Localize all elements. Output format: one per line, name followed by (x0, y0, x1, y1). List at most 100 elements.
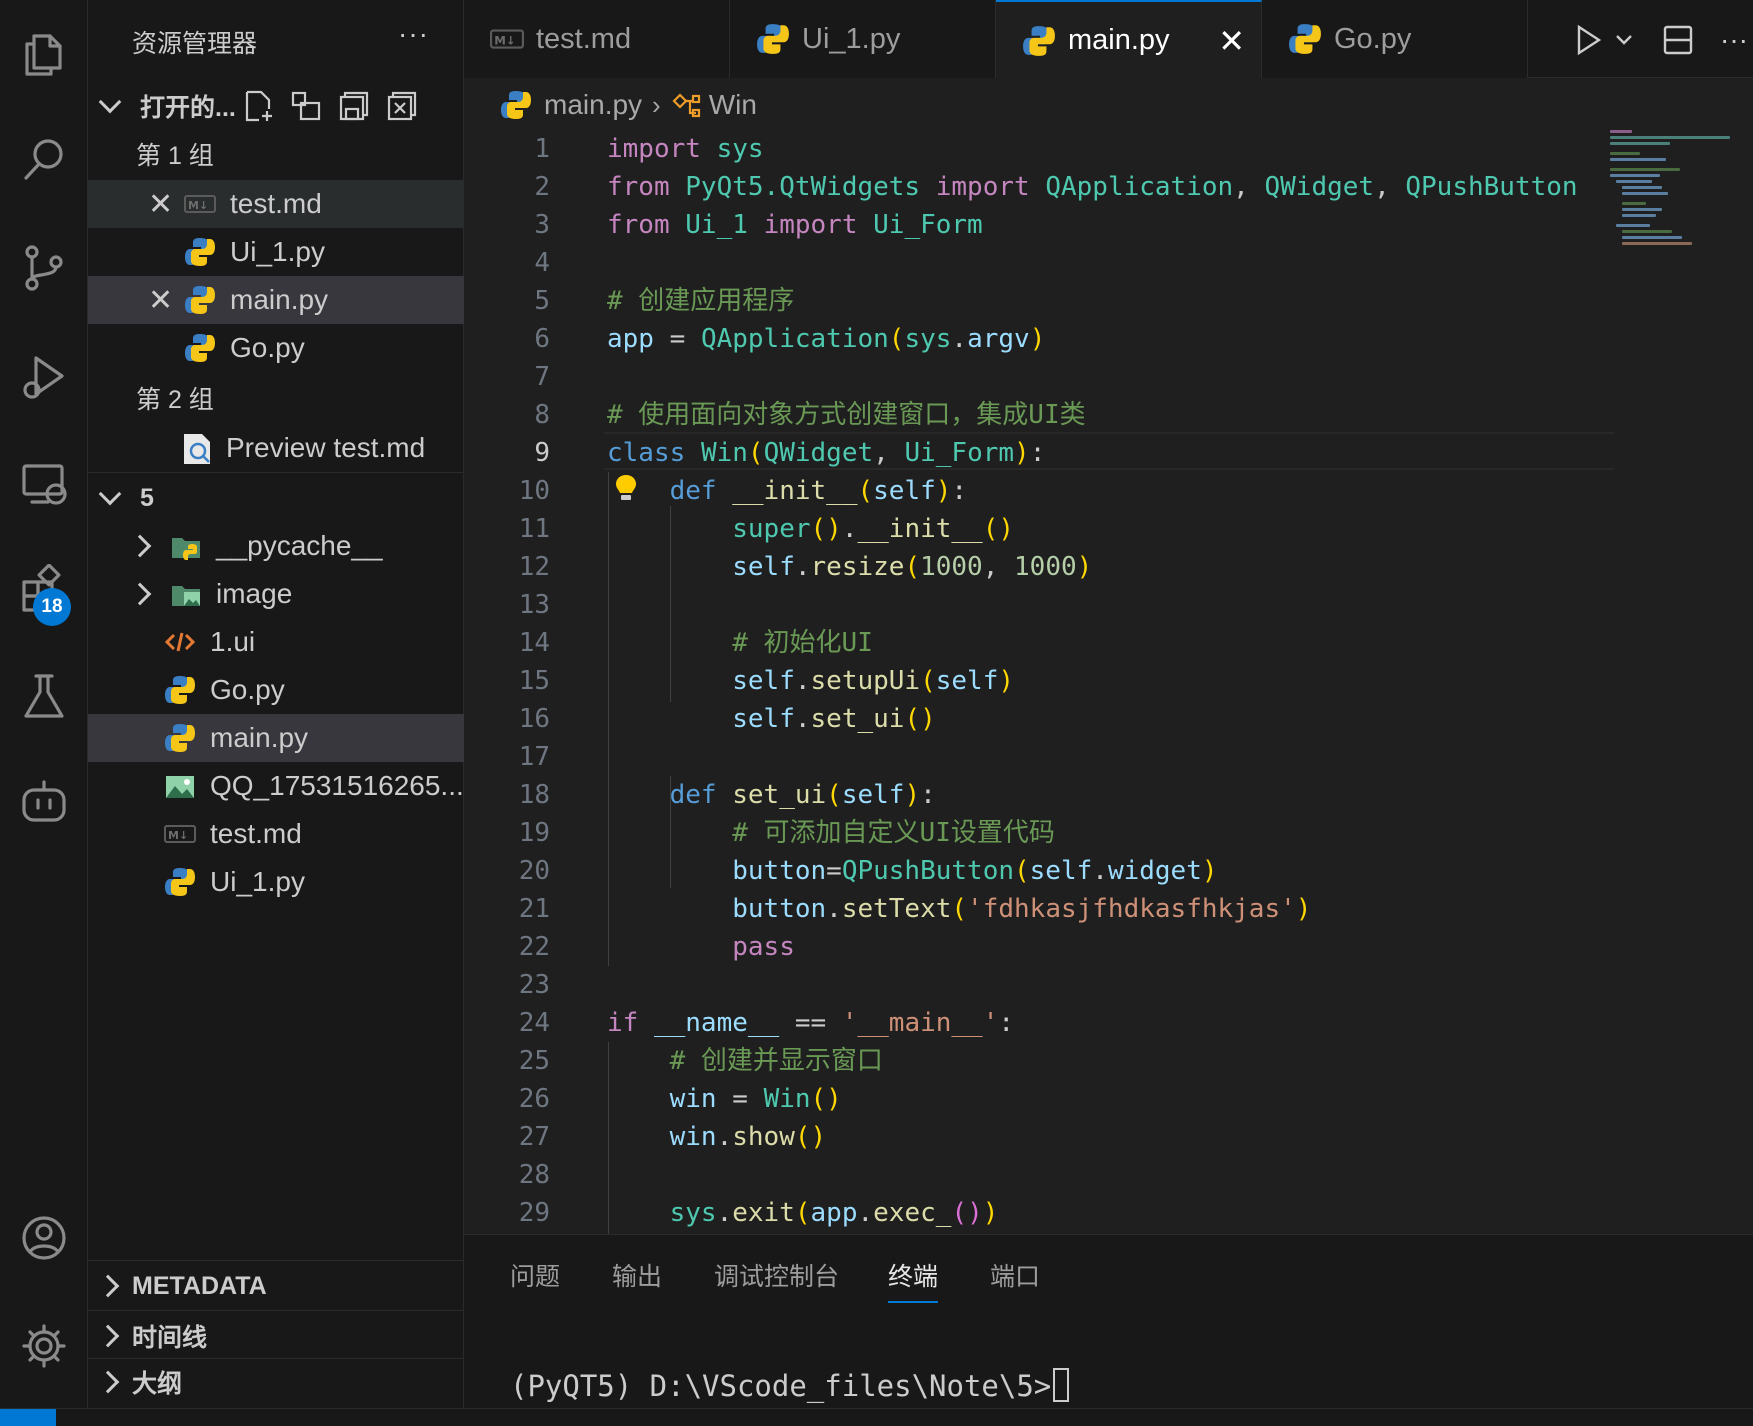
svg-text:M↓: M↓ (168, 829, 188, 842)
toggle-vertical-layout-icon[interactable] (286, 86, 326, 126)
tab-label: test.md (536, 22, 632, 55)
breadcrumb-symbol[interactable]: Win (709, 89, 757, 121)
open-editor-label: main.py (230, 284, 329, 315)
panel-tab-problems[interactable]: 问题 (510, 1257, 560, 1293)
tree-item-pycache[interactable]: __pycache__ (88, 522, 464, 570)
open-editor-label: Ui_1.py (230, 236, 325, 267)
tab-ui-1-py[interactable]: Ui_1.py (730, 0, 996, 78)
open-editor-test-md[interactable]: ✕ M↓ test.md (88, 180, 464, 228)
tab-main-py[interactable]: main.py ✕ (996, 0, 1262, 79)
markdown-file-icon: M↓ (490, 29, 524, 49)
split-editor-icon[interactable] (1658, 20, 1698, 60)
explorer-more-button[interactable]: ··· (398, 18, 429, 50)
python-file-icon (1023, 25, 1055, 56)
copilot-icon[interactable] (0, 760, 88, 844)
remote-indicator-icon[interactable] (0, 1409, 56, 1426)
open-editor-preview-test-md[interactable]: Preview test.md (88, 424, 464, 472)
metadata-section-header[interactable]: METADATA (88, 1262, 464, 1310)
python-file-icon (164, 722, 196, 754)
account-icon[interactable] (0, 1196, 88, 1280)
breadcrumb-separator-icon: › (652, 89, 661, 120)
panel-tab-terminal[interactable]: 终端 (888, 1257, 939, 1303)
outline-section-header[interactable]: 大纲 (88, 1358, 464, 1406)
chevron-right-icon (96, 1324, 120, 1348)
close-all-editors-icon[interactable] (382, 86, 422, 126)
breadcrumb-file[interactable]: main.py (544, 89, 642, 121)
code-line: 1 import sys (534, 134, 764, 164)
more-actions-icon[interactable]: ··· (1714, 20, 1753, 60)
python-file-icon (164, 674, 196, 706)
tree-item-1-ui[interactable]: 1.ui (88, 618, 464, 666)
open-editor-ui-1-py[interactable]: Ui_1.py (88, 228, 464, 276)
tree-item-label: __pycache__ (216, 530, 383, 561)
code-line: 20 button=QPushButton(self.widget) (518, 856, 1218, 886)
tab-test-md[interactable]: M↓ test.md (464, 0, 730, 78)
tab-label: Ui_1.py (802, 22, 901, 55)
section-label: METADATA (132, 1271, 267, 1300)
tab-label: main.py (1068, 24, 1170, 56)
chevron-down-icon (98, 482, 122, 506)
run-debug-icon[interactable] (0, 334, 88, 418)
panel-tab-ports[interactable]: 端口 (990, 1257, 1040, 1293)
chevron-right-icon (96, 1274, 120, 1298)
status-bar (0, 1408, 1753, 1426)
code-line: 15 self.setupUi(self) (518, 666, 1015, 696)
tree-item-qq-image[interactable]: QQ_17531516265... (88, 762, 464, 810)
code-line: 21 button.setText('fdhkasjfhdkasfhkjas') (518, 894, 1312, 924)
code-editor[interactable]: 1 import sys 2 from PyQt5.QtWidgets import… (464, 130, 1753, 1234)
open-editor-go-py[interactable]: Go.py (88, 324, 464, 372)
code-line: 26 win = Win() (518, 1084, 842, 1114)
source-control-icon[interactable] (0, 226, 88, 310)
tree-item-image[interactable]: image (88, 570, 464, 618)
tree-item-test-md[interactable]: M↓ test.md (88, 810, 464, 858)
terminal[interactable]: (PyQT5) D:\VScode_files\Note\5> (510, 1368, 1070, 1403)
code-line: 22 pass (518, 932, 795, 962)
group-2-label: 第 2 组 (136, 386, 214, 414)
code-line: 24 if __name__ == '__main__': (518, 1008, 1015, 1038)
save-all-icon[interactable] (334, 86, 374, 126)
code-line: 12 self.resize(1000, 1000) (518, 552, 1093, 582)
folder-header[interactable]: 5 (88, 474, 464, 522)
minimap[interactable] (1610, 130, 1740, 250)
panel-tab-output[interactable]: 输出 (612, 1257, 662, 1293)
run-python-file-icon[interactable] (1568, 20, 1608, 60)
code-line: 23 (518, 970, 550, 1000)
breadcrumb: main.py › Win (464, 80, 1753, 130)
panel-tab-debug-console[interactable]: 调试控制台 (714, 1257, 839, 1293)
settings-gear-icon[interactable] (0, 1304, 88, 1388)
code-line: 3 from Ui_1 import Ui_Form (534, 210, 983, 240)
tab-label: Go.py (1334, 22, 1412, 55)
search-icon[interactable] (0, 118, 88, 202)
tab-go-py[interactable]: Go.py (1262, 0, 1528, 78)
bottom-panel: 问题 输出 调试控制台 终端 端口 (PyQT5) D:\VScode_file… (464, 1234, 1753, 1408)
tree-item-label: test.md (210, 818, 302, 849)
run-options-chevron-icon[interactable] (1610, 20, 1638, 60)
remote-explorer-icon[interactable] (0, 442, 88, 526)
code-line: 13 (518, 590, 550, 620)
code-line: 2 from PyQt5.QtWidgets import QApplicatio… (534, 172, 1578, 202)
activity-bar: 18 (0, 0, 88, 1408)
close-icon[interactable]: ✕ (148, 187, 173, 222)
lightbulb-icon[interactable] (608, 470, 644, 506)
svg-text:M↓: M↓ (494, 33, 515, 47)
close-icon[interactable]: ✕ (148, 283, 173, 318)
code-line: 27 win.show() (518, 1122, 827, 1152)
code-line: 29 sys.exit(app.exec_()) (518, 1198, 999, 1228)
code-line: 28 (518, 1160, 550, 1190)
open-editors-label: 打开的... (140, 94, 236, 122)
tree-item-main-py[interactable]: main.py (88, 714, 464, 762)
testing-icon[interactable] (0, 654, 88, 738)
section-divider (88, 1310, 464, 1311)
tree-item-go-py[interactable]: Go.py (88, 666, 464, 714)
tree-item-ui-1-py[interactable]: Ui_1.py (88, 858, 464, 906)
section-divider (88, 472, 464, 473)
open-editor-main-py[interactable]: ✕ main.py (88, 276, 464, 324)
new-untitled-file-icon[interactable] (238, 86, 278, 126)
explorer-icon[interactable] (0, 12, 88, 96)
code-line: 18 def set_ui(self): (518, 780, 936, 810)
section-label: 时间线 (132, 1324, 208, 1352)
python-file-icon (164, 866, 196, 898)
python-file-icon (1289, 24, 1321, 54)
close-icon[interactable]: ✕ (1218, 22, 1245, 60)
timeline-section-header[interactable]: 时间线 (88, 1312, 464, 1360)
